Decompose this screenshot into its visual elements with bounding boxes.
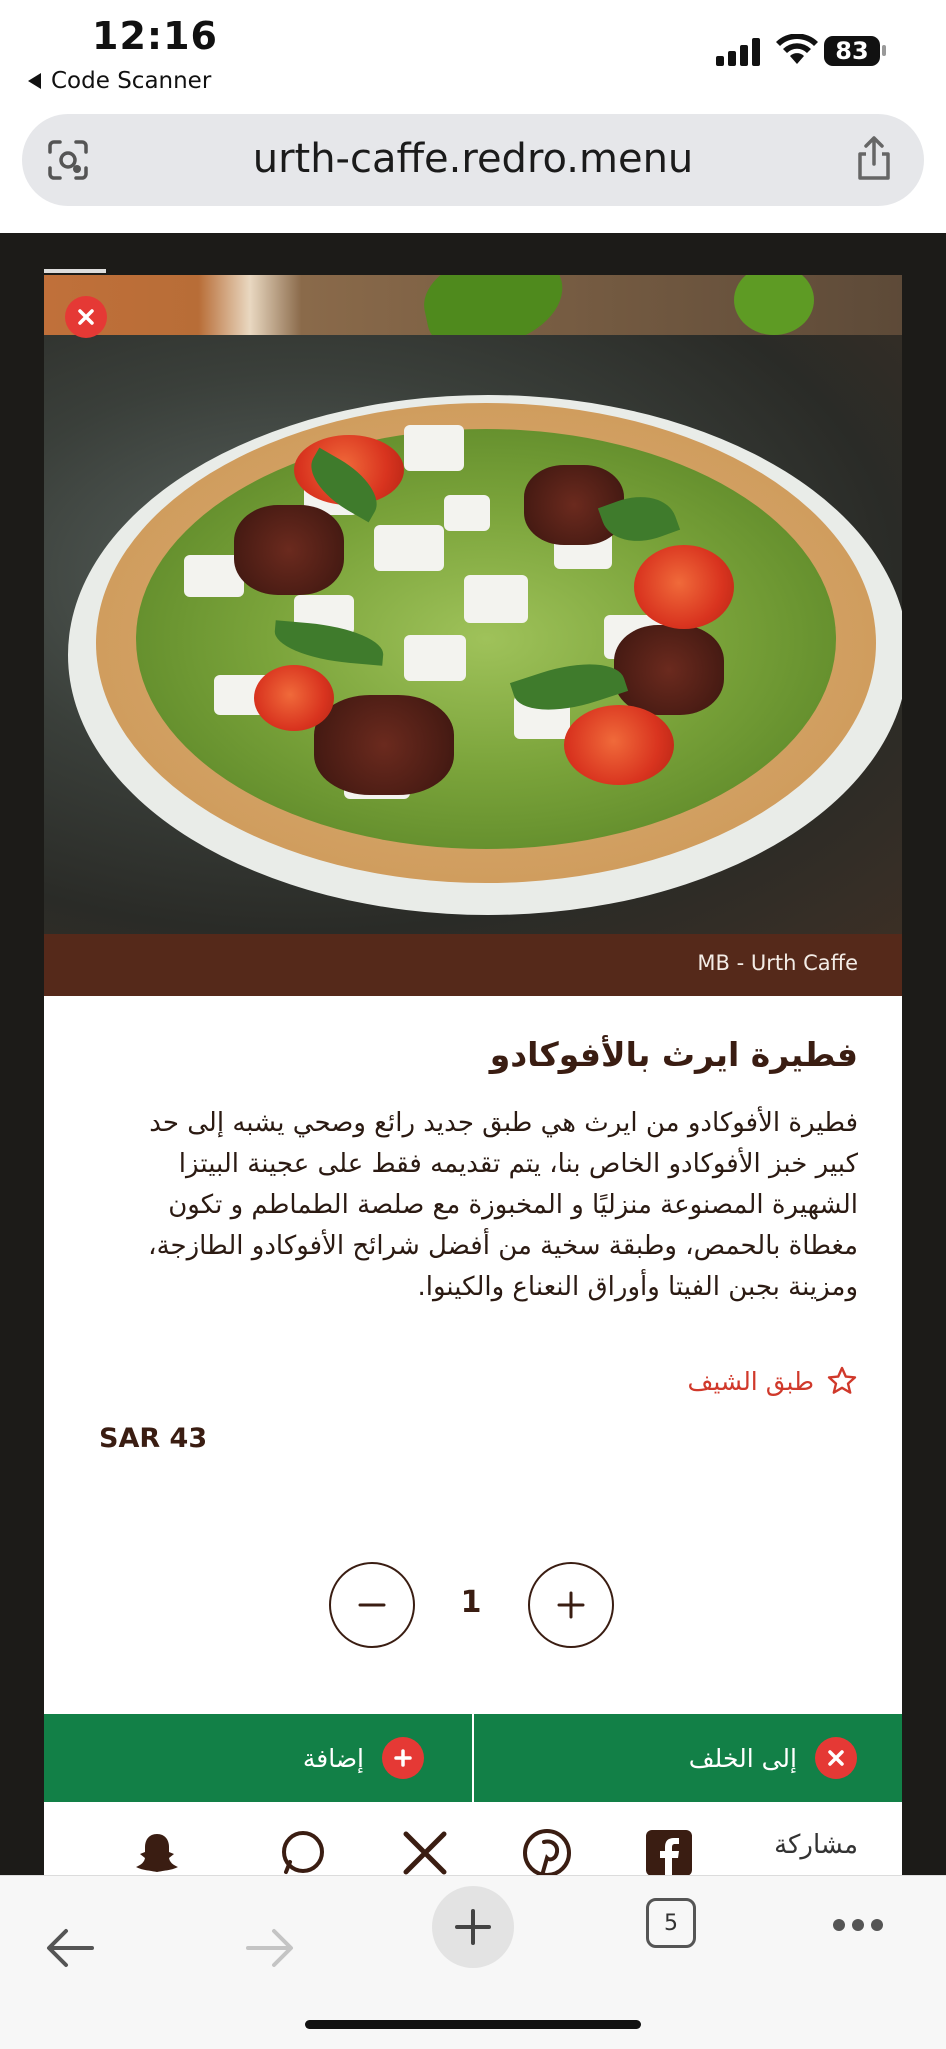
plus-icon [557,1591,585,1619]
photo-credit-strip: MB - Urth Caffe [44,934,902,996]
minus-icon [358,1603,386,1607]
x-icon[interactable] [400,1828,450,1875]
tabs-button[interactable]: 5 [646,1898,696,1948]
new-tab-button[interactable] [432,1886,514,1968]
plus-icon [455,1909,491,1945]
add-label: إضافة [302,1743,364,1773]
star-icon [827,1366,857,1394]
back-label: إلى الخلف [688,1743,797,1773]
increase-quantity-button[interactable] [528,1562,614,1648]
go-back-button[interactable]: إلى الخلف [689,1714,857,1802]
decrease-quantity-button[interactable] [329,1562,415,1648]
dish-photo [44,275,902,934]
cellular-signal-icon [716,38,760,66]
add-circle [382,1737,424,1779]
share-icon[interactable] [854,134,894,182]
add-to-order-button[interactable]: إضافة [303,1714,424,1802]
home-indicator[interactable] [305,2020,641,2029]
pinterest-icon[interactable] [522,1828,572,1875]
action-divider [472,1714,474,1802]
whatsapp-icon[interactable] [278,1828,328,1875]
dish-price: SAR 43 [99,1423,208,1454]
photo-credit: MB - Urth Caffe [697,951,858,975]
forward-arrow-icon[interactable] [244,1926,296,1970]
back-arrow-icon[interactable] [44,1926,96,1970]
dish-detail-modal: MB - Urth Caffe فطيرة ايرث بالأفوكادو فط… [44,275,902,1875]
back-app-label: Code Scanner [51,68,212,94]
clock: 12:16 [92,14,218,58]
url-text[interactable]: urth-caffe.redro.menu [22,136,924,182]
close-modal-button[interactable] [65,296,107,338]
wifi-icon [776,34,818,64]
back-triangle-icon [28,73,41,89]
battery-tip [882,45,886,56]
browser-address-area: urth-caffe.redro.menu [0,110,946,233]
address-bar[interactable]: urth-caffe.redro.menu [22,114,924,206]
more-options-icon[interactable] [832,1918,884,1932]
dish-title: فطيرة ايرث بالأفوكادو [489,1035,858,1074]
snapchat-icon[interactable] [132,1828,182,1875]
share-label: مشاركة [774,1830,858,1860]
quantity-stepper: 1 [44,1562,902,1652]
action-bar: إضافة إلى الخلف [44,1714,902,1802]
status-bar: 12:16 Code Scanner 83 [0,0,946,110]
plus-icon [394,1749,412,1767]
background-line [44,269,106,273]
chef-badge-label: طبق الشيف [687,1366,814,1396]
quantity-value: 1 [460,1585,482,1620]
close-icon [78,309,94,325]
back-circle [815,1737,857,1779]
close-icon [828,1750,844,1766]
share-row: مشاركة [44,1802,902,1875]
facebook-icon[interactable] [644,1828,694,1875]
back-to-app-link[interactable]: Code Scanner [28,68,211,94]
battery-icon: 83 [824,36,880,66]
dish-description: فطيرة الأفوكادو من ايرث هي طبق جديد رائع… [148,1108,858,1302]
chef-dish-badge: طبق الشيف [687,1365,858,1397]
